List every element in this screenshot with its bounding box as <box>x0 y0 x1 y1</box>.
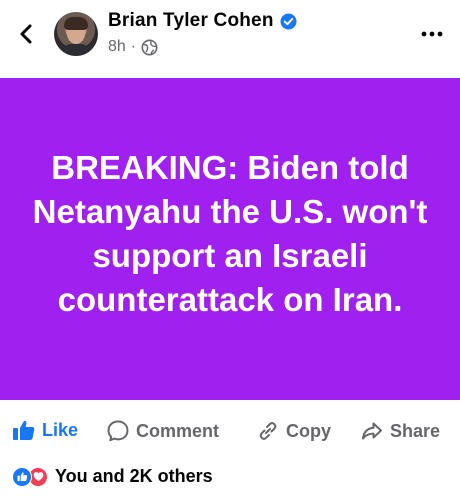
reaction-icons <box>12 466 50 487</box>
reactions-summary[interactable]: You and 2K others <box>12 466 213 487</box>
comment-bubble-icon <box>107 420 129 442</box>
like-reaction-icon <box>12 466 32 487</box>
like-label: Like <box>42 419 79 440</box>
thumbs-up-icon <box>13 420 35 440</box>
post-actions-bar: Like Comment Copy Share <box>0 415 460 451</box>
share-arrow-icon <box>362 422 382 440</box>
back-button[interactable] <box>14 22 38 46</box>
more-dots-icon <box>421 31 443 37</box>
copy-button[interactable]: Copy <box>256 419 331 443</box>
globe-icon <box>141 39 158 56</box>
chevron-left-icon <box>20 24 32 44</box>
reactions-count-text: You and 2K others <box>55 466 213 486</box>
comment-label: Comment <box>136 420 220 441</box>
author-name[interactable]: Brian Tyler Cohen <box>108 10 274 32</box>
post-header: Brian Tyler Cohen 8h · <box>0 0 460 78</box>
like-button[interactable]: Like <box>12 419 78 441</box>
link-icon <box>259 422 277 440</box>
post-timestamp[interactable]: 8h <box>108 38 126 56</box>
post-content[interactable]: BREAKING: Biden told Netanyahu the U.S. … <box>0 78 460 400</box>
author-row: Brian Tyler Cohen <box>108 10 297 32</box>
post-meta: 8h · <box>108 38 158 56</box>
meta-separator: · <box>130 38 137 55</box>
post-text: BREAKING: Biden told Netanyahu the U.S. … <box>32 149 428 318</box>
share-label: Share <box>390 420 441 441</box>
comment-button[interactable]: Comment <box>106 419 219 443</box>
share-button[interactable]: Share <box>360 419 440 443</box>
verified-badge-icon <box>280 13 297 30</box>
copy-label: Copy <box>286 420 331 441</box>
avatar[interactable] <box>54 12 98 56</box>
more-options-button[interactable] <box>420 24 444 44</box>
